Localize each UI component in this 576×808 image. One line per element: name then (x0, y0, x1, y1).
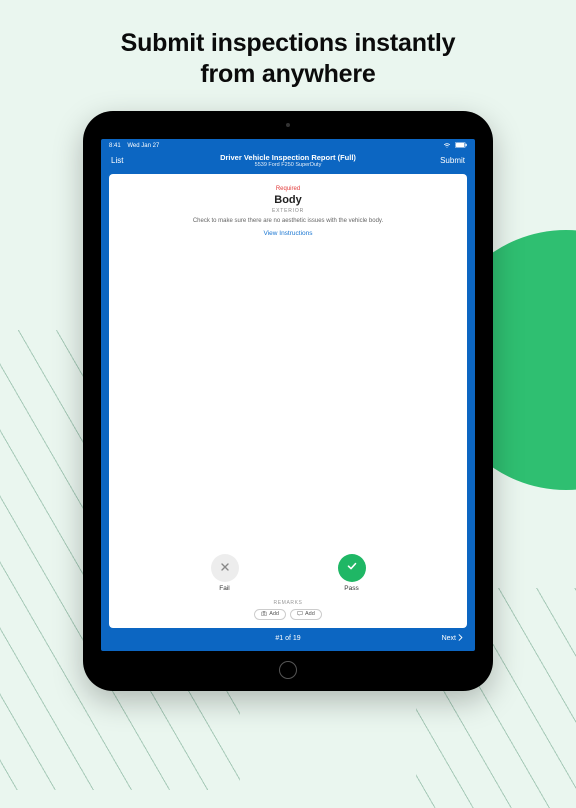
add-photo-label: Add (269, 611, 279, 617)
battery-icon (455, 142, 467, 150)
status-left: 8:41 Wed Jan 27 (109, 143, 159, 149)
marketing-headline: Submit inspections instantly from anywhe… (0, 0, 576, 111)
inspection-card: Required Body EXTERIOR Check to make sur… (109, 174, 467, 628)
comment-icon (297, 611, 303, 618)
chevron-right-icon (458, 634, 463, 643)
pass-option[interactable]: Pass (338, 554, 366, 592)
fail-label: Fail (219, 585, 229, 592)
close-icon (220, 561, 230, 575)
wifi-icon (443, 142, 451, 150)
back-button[interactable]: List (111, 156, 151, 165)
add-remark-button[interactable]: Add (290, 609, 322, 620)
next-label: Next (442, 635, 456, 642)
remarks-row: Add Add (121, 609, 455, 620)
footer-bar: #1 of 19 Next (101, 628, 475, 651)
status-time: 8:41 (109, 143, 121, 149)
progress-indicator: #1 of 19 (153, 635, 423, 642)
item-description: Check to make sure there are no aestheti… (121, 218, 455, 224)
add-photo-button[interactable]: Add (254, 609, 286, 620)
tablet-home-button (279, 661, 297, 679)
nav-center: Driver Vehicle Inspection Report (Full) … (151, 153, 425, 168)
pass-circle[interactable] (338, 554, 366, 582)
fail-circle[interactable] (211, 554, 239, 582)
item-title: Body (121, 194, 455, 206)
status-right (443, 142, 467, 150)
nav-bar: List Driver Vehicle Inspection Report (F… (101, 151, 475, 174)
item-category: EXTERIOR (121, 208, 455, 214)
remarks-label: REMARKS (121, 600, 455, 606)
tablet-camera (286, 123, 290, 127)
headline-line2: from anywhere (30, 59, 546, 90)
remarks-section: REMARKS Add Add (121, 600, 455, 620)
status-date: Wed Jan 27 (127, 143, 159, 149)
check-icon (346, 560, 358, 575)
next-button[interactable]: Next (423, 634, 463, 643)
required-badge: Required (121, 186, 455, 192)
headline-line1: Submit inspections instantly (30, 28, 546, 59)
pass-label: Pass (344, 585, 358, 592)
nav-subtitle: 5539 Ford F250 SuperDuty (151, 162, 425, 168)
submit-button[interactable]: Submit (425, 156, 465, 165)
nav-title: Driver Vehicle Inspection Report (Full) (151, 153, 425, 162)
tablet-device-frame: 8:41 Wed Jan 27 List Driver Vehicle Insp… (83, 111, 493, 691)
camera-icon (261, 611, 267, 618)
add-remark-label: Add (305, 611, 315, 617)
pass-fail-row: Fail Pass (121, 554, 455, 598)
tablet-screen: 8:41 Wed Jan 27 List Driver Vehicle Insp… (101, 139, 475, 651)
view-instructions-link[interactable]: View Instructions (121, 230, 455, 237)
content-spacer (121, 237, 455, 554)
status-bar: 8:41 Wed Jan 27 (101, 139, 475, 151)
fail-option[interactable]: Fail (211, 554, 239, 592)
